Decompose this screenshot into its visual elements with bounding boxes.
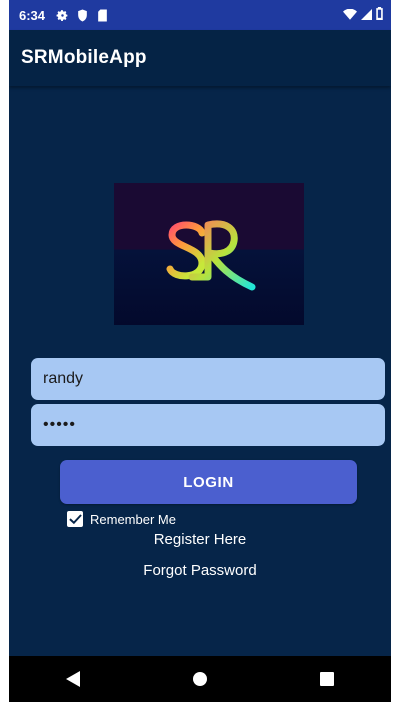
login-button-label: LOGIN [183, 473, 234, 491]
status-right-icons [343, 7, 383, 23]
wifi-icon [343, 8, 357, 23]
remember-me-checkbox[interactable] [67, 511, 83, 527]
login-button[interactable]: LOGIN [60, 460, 357, 504]
username-value: randy [43, 370, 84, 387]
app-title: SRMobileApp [21, 47, 147, 68]
status-time: 6:34 [19, 7, 46, 23]
password-input[interactable]: ••••• [31, 404, 385, 446]
register-link[interactable]: Register Here [9, 531, 391, 548]
recents-icon[interactable] [307, 659, 347, 699]
sr-logo [114, 183, 304, 325]
checkmark-icon [68, 513, 82, 524]
battery-icon [376, 7, 383, 23]
signal-icon [361, 8, 372, 23]
remember-me-checkbox-row[interactable]: Remember Me [67, 511, 176, 527]
forgot-password-link[interactable]: Forgot Password [9, 562, 391, 579]
status-bar: 6:34 [9, 0, 391, 30]
back-icon[interactable] [53, 659, 93, 699]
password-value: ••••• [43, 416, 77, 433]
shield-icon [75, 8, 89, 22]
username-input[interactable]: randy [31, 358, 385, 400]
sd-card-icon [95, 8, 109, 22]
phone-screen: 6:34 SRMobileApp randy ••••• LOGIN Remem… [9, 0, 391, 702]
remember-me-label: Remember Me [90, 511, 176, 527]
gear-icon [55, 8, 69, 22]
home-icon[interactable] [180, 659, 220, 699]
app-bar: SRMobileApp [9, 30, 391, 86]
system-nav-bar [9, 656, 391, 702]
